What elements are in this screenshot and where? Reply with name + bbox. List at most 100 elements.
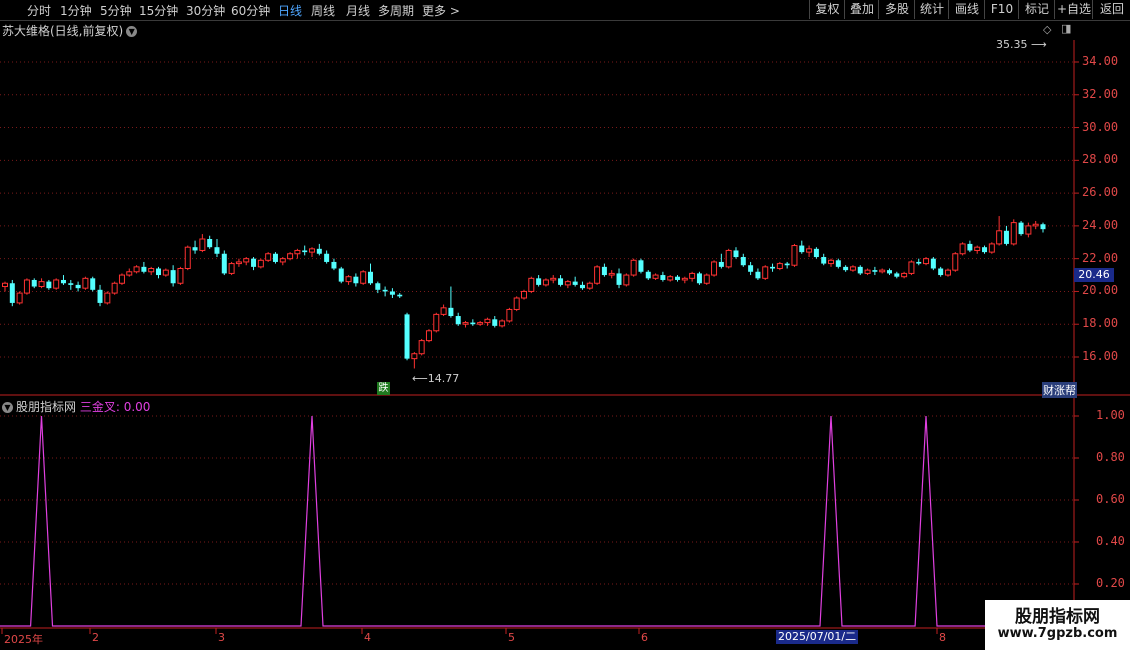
candle-up <box>506 308 513 322</box>
candle-up <box>564 281 571 286</box>
fall-badge[interactable]: 跌 <box>377 382 390 395</box>
candle-up <box>586 282 593 289</box>
candle-down <box>1003 230 1009 244</box>
candle-down <box>448 307 454 317</box>
candle-down <box>748 265 754 272</box>
candle-down <box>857 266 863 274</box>
candle-up <box>126 271 133 276</box>
candle-up <box>440 307 447 315</box>
price-tick-label: 26.00 <box>1082 185 1119 200</box>
price-tick-label: 28.00 <box>1082 152 1119 167</box>
candle-down <box>616 273 622 285</box>
candle-down <box>821 257 827 264</box>
candle-up <box>287 253 294 260</box>
candle-up <box>703 274 710 284</box>
candle-up <box>762 266 769 279</box>
candle-down <box>558 278 564 285</box>
candle-down <box>1018 222 1024 235</box>
low-price-value: 14.77 <box>427 372 460 385</box>
candle-up <box>944 269 951 276</box>
candle-up <box>294 249 301 255</box>
candle-up <box>1032 223 1039 227</box>
candle-down <box>207 239 213 248</box>
candle-up <box>594 266 601 284</box>
candle-up <box>309 248 316 253</box>
indicator-tick-label: 0.20 <box>1096 576 1125 590</box>
candle-down <box>492 319 498 326</box>
candle-up <box>462 322 469 325</box>
candle-up <box>265 253 272 261</box>
candle-up <box>104 292 111 304</box>
candle-down <box>733 250 739 258</box>
candle-down <box>46 281 52 289</box>
candle-down <box>843 266 849 271</box>
price-tick-label: 18.00 <box>1082 316 1119 331</box>
candle-down <box>894 273 900 277</box>
candle-up <box>864 269 871 274</box>
candle-down <box>97 289 103 303</box>
candle-down <box>221 253 227 274</box>
date-label: 8 <box>939 631 946 644</box>
candle-up <box>652 274 659 279</box>
indicator-tick-label: 0.40 <box>1096 534 1125 548</box>
candle-down <box>389 291 395 295</box>
indicator-tick-label: 1.00 <box>1096 408 1125 422</box>
candle-down <box>916 261 922 264</box>
candle-down <box>1040 224 1046 230</box>
candle-down <box>9 283 15 303</box>
candle-up <box>279 258 286 263</box>
candle-up <box>528 277 535 292</box>
candle-down <box>813 248 819 258</box>
candle-down <box>755 271 761 279</box>
candle-down <box>799 245 805 253</box>
candle-down <box>982 247 988 253</box>
candle-up <box>411 353 418 360</box>
candle-up <box>952 253 959 271</box>
date-label: 3 <box>218 631 225 644</box>
candle-up <box>257 259 264 268</box>
candle-down <box>302 250 308 253</box>
candle-down <box>141 266 147 272</box>
candle-down <box>872 270 878 272</box>
candle-down <box>835 260 841 267</box>
indicator-title[interactable]: ▼ 股朋指标网 三金叉: 0.00 <box>2 398 150 415</box>
candle-down <box>367 271 373 284</box>
indicator-tick-label: 0.60 <box>1096 492 1125 506</box>
candle-down <box>675 276 681 280</box>
date-label: 2025年 <box>4 633 43 646</box>
candle-up <box>711 261 718 276</box>
price-tick-label: 30.00 <box>1082 119 1119 134</box>
candle-down <box>784 263 790 266</box>
indicator-title-text: 股朋指标网 <box>16 400 77 414</box>
candle-up <box>828 259 835 265</box>
candle-down <box>331 261 337 269</box>
candle-up <box>484 318 491 324</box>
candle-up <box>1025 225 1032 235</box>
candle-up <box>988 243 995 253</box>
candle-up <box>806 248 813 253</box>
candle-up <box>776 263 783 270</box>
candle-down <box>353 276 359 284</box>
candle-down <box>638 260 644 272</box>
finance-badge[interactable]: 财涨帮 <box>1042 382 1077 398</box>
kline-chart[interactable] <box>0 0 1130 650</box>
date-label: 5 <box>508 631 515 644</box>
candle-down <box>272 253 278 262</box>
candle-up <box>499 320 506 327</box>
candle-up <box>148 268 155 273</box>
chevron-down-icon[interactable]: ▼ <box>2 402 13 413</box>
candle-down <box>192 247 198 251</box>
candle-up <box>477 322 484 325</box>
candle-down <box>60 279 66 284</box>
candle-up <box>133 266 140 273</box>
price-tick-label: 16.00 <box>1082 349 1119 363</box>
candle-down <box>696 273 702 284</box>
high-price-label: 35.35 ⟶ <box>996 38 1047 51</box>
candle-down <box>660 275 666 280</box>
low-price-label: ⟵14.77 <box>412 372 460 385</box>
watermark: 股朋指标网 www.7gpzb.com <box>985 600 1130 650</box>
price-tick-label: 20.00 <box>1082 283 1119 298</box>
candle-down <box>938 268 944 276</box>
candle-down <box>68 283 74 285</box>
candle-down <box>930 258 936 269</box>
